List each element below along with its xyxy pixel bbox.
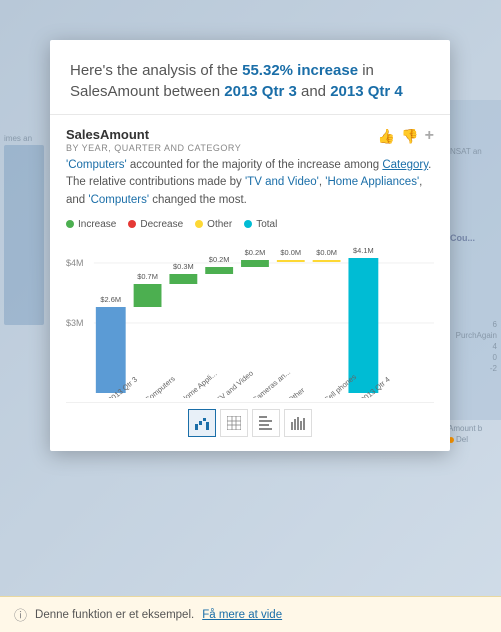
quoted-computers2: 'Computers' xyxy=(88,194,149,206)
legend-dot-total xyxy=(244,220,252,228)
chart-header: SalesAmount BY YEAR, QUARTER AND CATEGOR… xyxy=(66,127,434,153)
y-label-4m: $4M xyxy=(66,258,83,268)
column-chart-button[interactable] xyxy=(284,409,312,437)
bar-homeappli xyxy=(169,274,197,284)
legend-item-total: Total xyxy=(244,219,277,230)
bg-right-label-cou: Cou... xyxy=(450,233,497,243)
bg-axis-6: 6 xyxy=(493,320,497,329)
footer-bar: ⓘ Denne funktion er et eksempel. Få mere… xyxy=(0,596,501,632)
chart-title: SalesAmount xyxy=(66,127,241,142)
highlight-period: 2013 Qtr 3 xyxy=(224,83,297,100)
chart-toolbar xyxy=(66,402,434,443)
bg-axis-0: 0 xyxy=(493,353,497,362)
bg-right-label-amount: Amount b xyxy=(448,424,499,433)
bar-chart-button[interactable] xyxy=(252,409,280,437)
x-label-tvvideo: TV and Video xyxy=(215,368,255,397)
legend-dot-increase xyxy=(66,220,74,228)
val-computers: $0.7M xyxy=(137,272,158,281)
val-cellphones: $0.0M xyxy=(316,248,337,257)
thumbup-button[interactable]: 👍 xyxy=(378,128,395,145)
x-label-cameras: Cameras an... xyxy=(250,367,292,398)
column-chart-icon xyxy=(291,416,305,430)
chart-description: 'Computers' accounted for the majority o… xyxy=(66,157,434,209)
bar-cameras xyxy=(241,260,269,267)
table-icon xyxy=(227,416,241,430)
bg-axis-neg2: -2 xyxy=(490,364,497,373)
card-header: Here's the analysis of the 55.32% increa… xyxy=(50,40,450,115)
bg-right-label-del: Del xyxy=(456,435,468,444)
val-2013q3: $2.6M xyxy=(100,295,121,304)
quoted-computers: 'Computers' xyxy=(66,159,127,171)
footer-link[interactable]: Få mere at vide xyxy=(202,609,282,621)
bar-tvvideo xyxy=(205,267,233,274)
thumbdown-button[interactable]: 👎 xyxy=(401,128,418,145)
bg-right-label-nsat: NSAT an xyxy=(450,147,497,156)
bar-chart-icon xyxy=(259,416,273,430)
footer-text: Denne funktion er et eksempel. xyxy=(35,609,194,621)
y-label-3m: $3M xyxy=(66,318,83,328)
highlight-percentage: 55.32% increase xyxy=(242,62,358,79)
x-label-other: Other xyxy=(286,385,306,398)
table-view-button[interactable] xyxy=(220,409,248,437)
legend-label-total: Total xyxy=(256,219,277,230)
chart-title-block: SalesAmount BY YEAR, QUARTER AND CATEGOR… xyxy=(66,127,241,153)
chart-actions: 👍 👎 + xyxy=(378,127,434,145)
legend-label-decrease: Decrease xyxy=(140,219,183,230)
category-link[interactable]: Category xyxy=(382,159,428,171)
bar-computers xyxy=(134,284,162,307)
bar-2013q4 xyxy=(348,258,378,393)
legend-label-increase: Increase xyxy=(78,219,116,230)
chart-section: SalesAmount BY YEAR, QUARTER AND CATEGOR… xyxy=(50,115,450,451)
card-title: Here's the analysis of the 55.32% increa… xyxy=(70,60,430,102)
bar-other xyxy=(277,260,305,262)
expand-button[interactable]: + xyxy=(425,127,434,145)
bar-cellphones xyxy=(313,260,341,262)
legend-label-other: Other xyxy=(207,219,232,230)
quoted-tv: 'TV and Video' xyxy=(245,176,319,188)
val-tvvideo: $0.2M xyxy=(209,255,230,264)
quoted-appliances: 'Home Appliances' xyxy=(325,176,419,188)
val-homeappli: $0.3M xyxy=(173,262,194,271)
legend-dot-decrease xyxy=(128,220,136,228)
val-other: $0.0M xyxy=(280,248,301,257)
legend-item-other: Other xyxy=(195,219,232,230)
bg-label-1: imes an xyxy=(4,134,46,143)
chart-subtitle: BY YEAR, QUARTER AND CATEGORY xyxy=(66,143,241,153)
highlight-period2: 2013 Qtr 4 xyxy=(330,83,403,100)
legend: Increase Decrease Other Total xyxy=(66,219,434,230)
val-cameras: $0.2M xyxy=(245,248,266,257)
waterfall-icon xyxy=(195,416,209,430)
bg-label-purchagain: PurchAgain xyxy=(456,331,497,340)
bar-2013q3 xyxy=(96,307,126,393)
x-label-computers: Computers xyxy=(143,374,177,398)
chart-area: $4M $3M $2.6M $0.7M $0.3M xyxy=(66,238,434,398)
bg-axis-4: 4 xyxy=(493,342,497,351)
legend-item-increase: Increase xyxy=(66,219,116,230)
val-2013q4: $4.1M xyxy=(353,246,374,255)
waterfall-chart-svg: $4M $3M $2.6M $0.7M $0.3M xyxy=(66,238,434,398)
analysis-card: Here's the analysis of the 55.32% increa… xyxy=(50,40,450,451)
legend-dot-other xyxy=(195,220,203,228)
info-icon: ⓘ xyxy=(14,605,27,624)
x-label-homeappli: Home Appli... xyxy=(179,369,219,398)
legend-item-decrease: Decrease xyxy=(128,219,183,230)
waterfall-chart-button[interactable] xyxy=(188,409,216,437)
